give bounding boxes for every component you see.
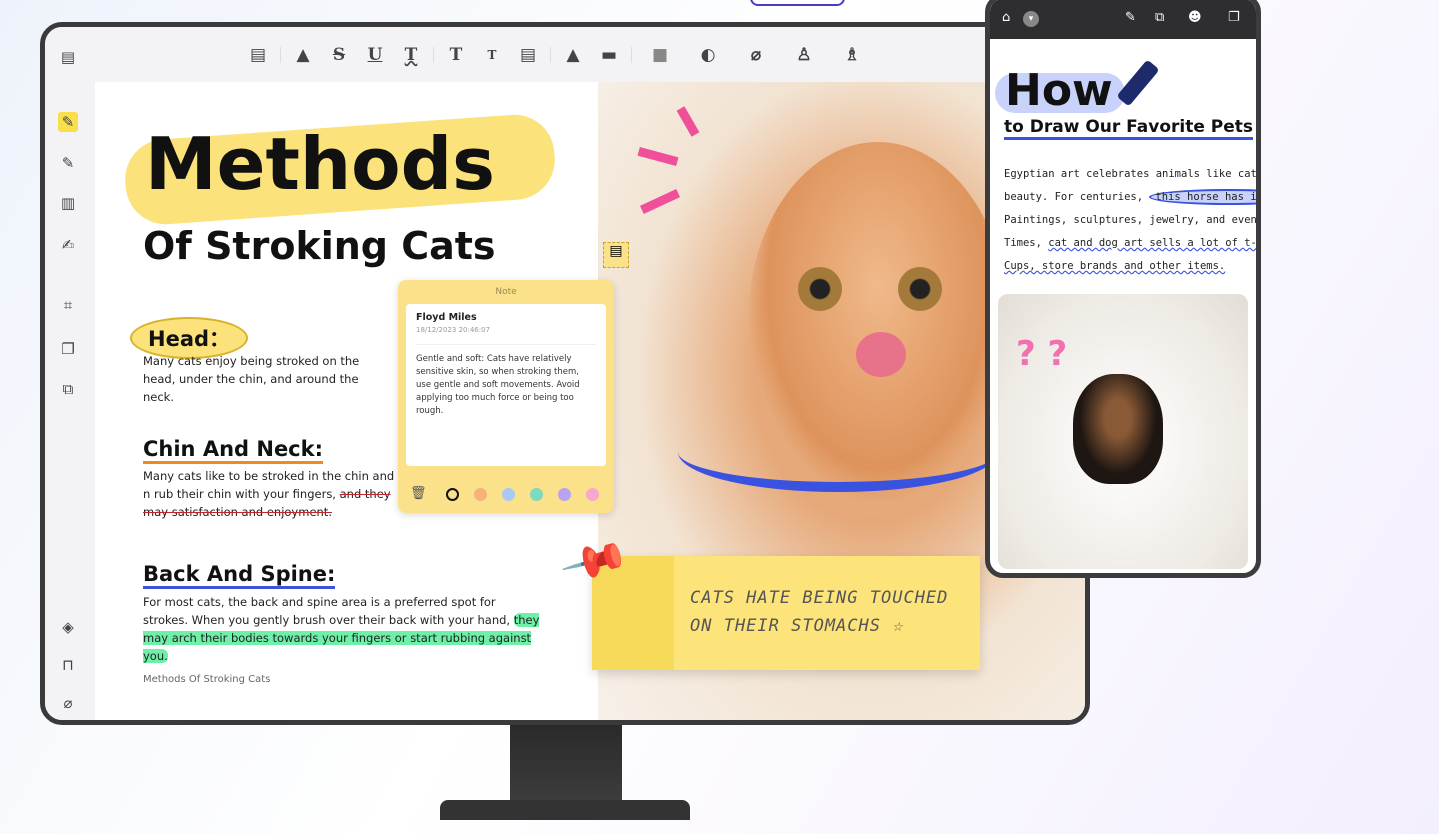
textbox-icon[interactable]: T — [474, 48, 510, 62]
marker-icon — [1116, 59, 1160, 107]
text-callout-icon[interactable]: ▤ — [510, 45, 546, 65]
attachment-icon[interactable]: ⌀ — [58, 693, 78, 713]
color-swatch-yellow[interactable] — [446, 488, 459, 501]
tablet-toolbar: ⌂ ▾ ✎ ⧉ ☻ ❐ — [990, 0, 1256, 39]
color-swatch-orange[interactable] — [474, 488, 487, 501]
color-swatch-purple[interactable] — [558, 488, 571, 501]
pages-icon[interactable]: ❐ — [1228, 10, 1240, 25]
pink-stroke — [637, 146, 679, 167]
blue-scribble — [678, 412, 998, 492]
monitor-base — [440, 800, 690, 820]
note-timestamp: 18/12/2023 20:46:07 — [416, 326, 596, 345]
highlight-tool-icon[interactable]: ✎ — [58, 112, 78, 132]
section-heading: Back And Spine: — [143, 562, 336, 589]
strikethrough-icon[interactable]: S — [321, 45, 357, 65]
note-author: Floyd Miles — [416, 312, 477, 323]
highlight-icon[interactable]: ▲ — [285, 45, 321, 65]
underline-icon[interactable]: U — [357, 45, 393, 65]
signature-icon[interactable]: ♗ — [828, 45, 876, 65]
page-footer: Methods Of Stroking Cats — [143, 674, 271, 685]
organize-icon[interactable]: ▥ — [58, 193, 78, 213]
color-swatch-green[interactable] — [530, 488, 543, 501]
sticky-text: CATS HATE BEING TOUCHED ON THEIR STOMACHS… — [690, 588, 949, 636]
annotation-toolbar: ▤ ▲ S U T T T ▤ ▲ ▬ ■ ◐ ⌀ ♙ ♗ — [95, 27, 1085, 82]
stamp-icon[interactable]: ♙ — [780, 45, 828, 65]
note-text[interactable]: Gentle and soft: Cats have relatively se… — [416, 353, 596, 418]
comment-marker-icon[interactable]: ▤ — [603, 242, 629, 268]
user-icon[interactable]: ☻ — [1188, 10, 1202, 25]
layers-icon[interactable]: ◈ — [58, 617, 78, 637]
squiggly-icon[interactable]: T — [393, 45, 429, 65]
chevron-down-icon[interactable]: ▾ — [1023, 11, 1039, 27]
comment-icon[interactable]: ▤ — [240, 45, 276, 65]
sign-icon[interactable]: ✍ — [58, 235, 78, 255]
tablet-device: ⌂ ▾ ✎ ⧉ ☻ ❐ How to Draw Our Favorite Pet… — [985, 0, 1261, 578]
section-text: Many cats like to be stroked in the chin… — [143, 469, 395, 519]
monitor-stand — [510, 725, 622, 803]
color-swatch-blue[interactable] — [502, 488, 515, 501]
top-button-outline[interactable] — [750, 0, 845, 6]
eraser-icon[interactable]: ▬ — [591, 45, 627, 65]
pink-stroke — [676, 106, 700, 137]
dog-image — [1073, 374, 1163, 484]
area-icon[interactable]: ◐ — [684, 45, 732, 65]
doc-subtitle: Of Stroking Cats — [143, 224, 496, 268]
dog-photo: ? ? — [998, 294, 1248, 569]
note-popup: Note Floyd Miles 18/12/2023 20:46:07 Gen… — [398, 280, 614, 513]
tablet-title: How — [1005, 65, 1113, 116]
pink-stroke — [639, 188, 681, 215]
crop-icon[interactable]: ⌗ — [58, 295, 78, 315]
text-icon[interactable]: T — [438, 45, 474, 65]
question-marks: ? ? — [1016, 334, 1068, 374]
edit-icon[interactable]: ✎ — [58, 153, 78, 173]
cat-eye — [898, 267, 942, 311]
section-heading: Chin And Neck: — [143, 437, 323, 464]
note-color-picker — [446, 488, 599, 501]
trash-icon[interactable]: 🗑 — [410, 486, 427, 501]
left-sidebar: ▤ ✎ ✎ ▥ ✍ ⌗ ❐ ⧉ ◈ ⊓ ⌀ — [45, 27, 95, 720]
shape-icon[interactable]: ■ — [636, 45, 684, 65]
convert-icon[interactable]: ⧉ — [1155, 10, 1164, 25]
cat-tongue — [856, 332, 906, 377]
doc-title: Methods — [145, 122, 496, 206]
compress-icon[interactable]: ⧉ — [58, 379, 78, 399]
tablet-subtitle: to Draw Our Favorite Pets — [1004, 117, 1254, 140]
thumbnail-icon[interactable]: ▤ — [58, 47, 78, 67]
tablet-text: Egyptian art celebrates animals like cat… — [1004, 163, 1256, 278]
cat-eye — [798, 267, 842, 311]
pages-icon[interactable]: ❐ — [58, 339, 78, 359]
section-text: For most cats, the back and spine area i… — [143, 595, 540, 663]
highlighter-icon[interactable]: ✎ — [1125, 10, 1136, 25]
attachment-icon[interactable]: ⌀ — [732, 45, 780, 65]
note-card[interactable]: Floyd Miles 18/12/2023 20:46:07 Gentle a… — [406, 304, 606, 466]
color-swatch-pink[interactable] — [586, 488, 599, 501]
note-title: Note — [495, 287, 517, 297]
sticky-note: CATS HATE BEING TOUCHED ON THEIR STOMACHS… — [592, 556, 980, 670]
section-text: Many cats enjoy being stroked on the hea… — [143, 354, 360, 404]
home-icon[interactable]: ⌂ — [1002, 10, 1010, 25]
pencil-icon[interactable]: ▲ — [555, 45, 591, 65]
bookmark-icon[interactable]: ⊓ — [58, 655, 78, 675]
